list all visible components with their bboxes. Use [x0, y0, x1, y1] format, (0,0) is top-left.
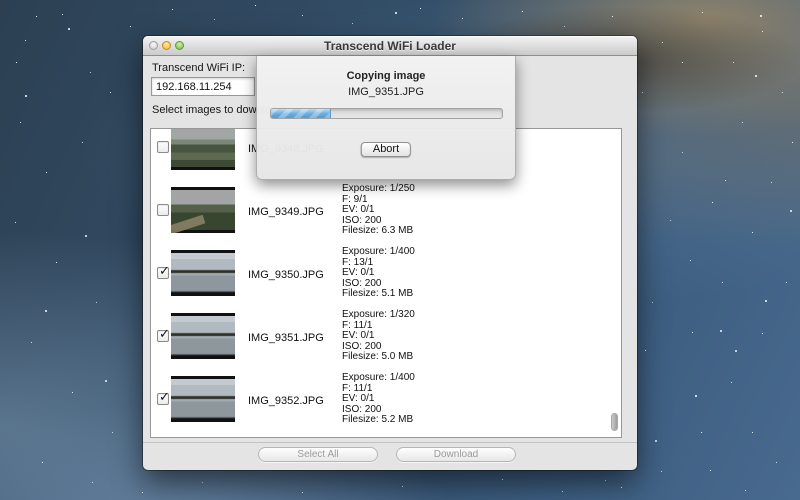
- ip-label: Transcend WiFi IP:: [152, 62, 245, 74]
- image-details: Exposure: 1/320F: 11/1EV: 0/1ISO: 200Fil…: [342, 310, 415, 363]
- image-thumbnail: [171, 313, 235, 359]
- image-checkbox[interactable]: ✓: [157, 330, 169, 342]
- download-button[interactable]: Download: [396, 447, 516, 462]
- checkmark-icon: ✓: [159, 389, 170, 405]
- progress-fill: [271, 109, 331, 118]
- app-window: Transcend WiFi Loader Transcend WiFi IP:…: [143, 36, 637, 470]
- image-checkbox[interactable]: ✓: [157, 267, 169, 279]
- image-details: Exposure: 1/250F: 9/1EV: 0/1ISO: 200File…: [342, 184, 415, 237]
- ip-input[interactable]: [151, 77, 255, 96]
- image-filename: IMG_9351.JPG: [248, 332, 324, 344]
- image-thumbnail: [171, 250, 235, 296]
- dialog-title: Copying image: [257, 70, 515, 82]
- image-filename: IMG_9349.JPG: [248, 206, 324, 218]
- image-details: Exposure: 1/400F: 13/1EV: 0/1ISO: 200Fil…: [342, 247, 415, 300]
- image-thumbnail: [171, 376, 235, 422]
- image-filename: IMG_9352.JPG: [248, 395, 324, 407]
- image-thumbnail: [171, 187, 235, 233]
- image-thumbnail: [171, 128, 235, 170]
- image-filename: IMG_9350.JPG: [248, 269, 324, 281]
- image-checkbox[interactable]: [157, 204, 169, 216]
- scrollbar-thumb[interactable]: [611, 413, 618, 431]
- dialog-filename: IMG_9351.JPG: [257, 86, 515, 98]
- title-bar[interactable]: Transcend WiFi Loader: [143, 36, 637, 56]
- image-row: ✓ IMG_9352.JPG Exposure: 1/400F: 11/1EV:…: [151, 367, 621, 430]
- image-checkbox[interactable]: ✓: [157, 393, 169, 405]
- image-details: Exposure: 1/400F: 11/1EV: 0/1ISO: 200Fil…: [342, 373, 415, 426]
- desktop-background: { "window": { "title": "Transcend WiFi L…: [0, 0, 800, 500]
- checkmark-icon: ✓: [159, 326, 170, 342]
- copying-dialog: Copying image IMG_9351.JPG Abort: [256, 56, 516, 180]
- select-all-button[interactable]: Select All: [258, 447, 378, 462]
- checkmark-icon: ✓: [159, 263, 170, 279]
- image-row: ✓ IMG_9351.JPG Exposure: 1/320F: 11/1EV:…: [151, 304, 621, 367]
- window-title: Transcend WiFi Loader: [143, 36, 637, 56]
- bottom-separator: [143, 442, 637, 443]
- progress-bar: [270, 108, 503, 119]
- abort-button[interactable]: Abort: [361, 142, 411, 157]
- image-row: IMG_9349.JPG Exposure: 1/250F: 9/1EV: 0/…: [151, 178, 621, 241]
- image-checkbox[interactable]: [157, 141, 169, 153]
- image-row: ✓ IMG_9350.JPG Exposure: 1/400F: 13/1EV:…: [151, 241, 621, 304]
- starfield-large: [0, 0, 2, 2]
